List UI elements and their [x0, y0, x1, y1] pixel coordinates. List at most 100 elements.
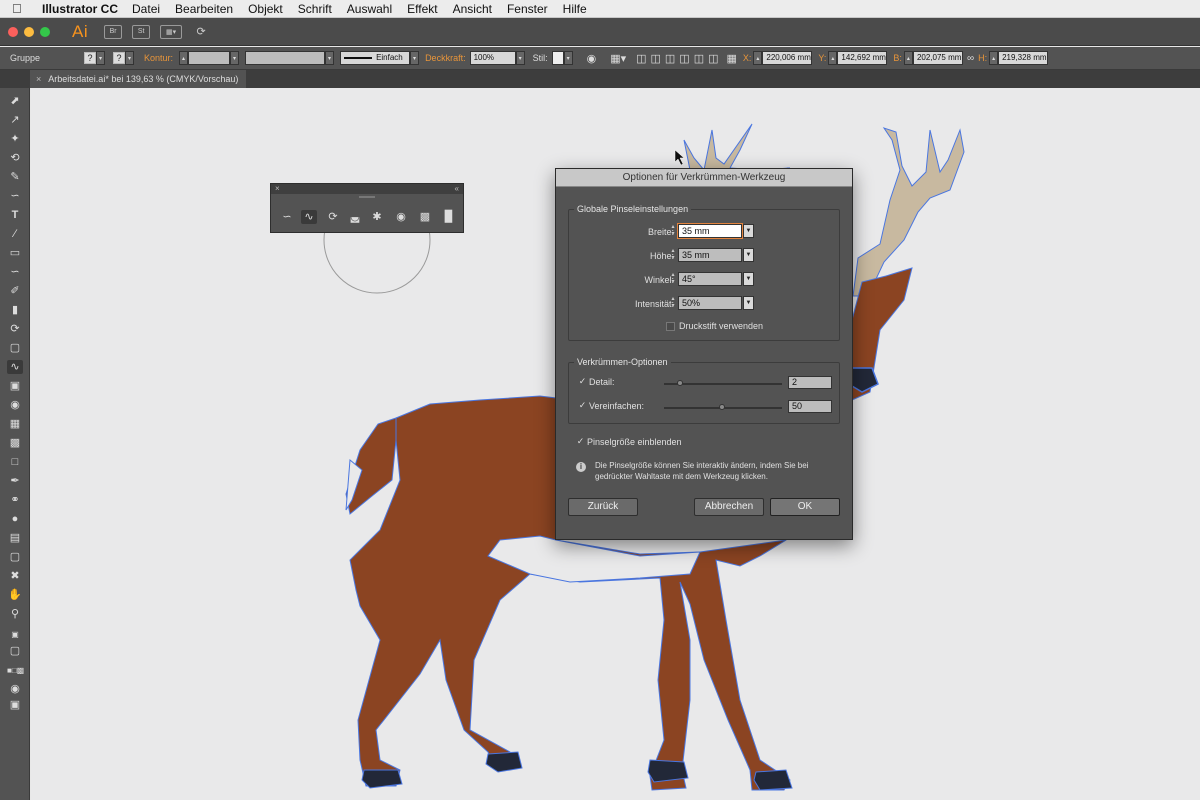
menu-hilfe[interactable]: Hilfe [563, 2, 587, 16]
abbrechen-button[interactable]: Abbrechen [694, 498, 764, 516]
detail-slider-knob[interactable] [677, 380, 683, 386]
druckstift-checkbox[interactable] [666, 322, 675, 331]
panel-collapse-icon[interactable]: « [455, 184, 459, 194]
hoehe-dropdown-icon[interactable]: ▼ [743, 248, 754, 262]
bridge-button[interactable]: Br [104, 24, 123, 39]
detail-checkbox[interactable]: ✓ [578, 377, 587, 386]
vereinfachen-slider-knob[interactable] [719, 404, 725, 410]
arrange-documents-icon[interactable]: ▦▾ [160, 24, 183, 39]
panel-close-icon[interactable]: × [275, 184, 280, 193]
winkel-stepper[interactable]: ▴ ▾ [668, 272, 678, 286]
direct-selection-tool-icon[interactable]: ↗ [7, 113, 23, 127]
menu-datei[interactable]: Datei [132, 2, 160, 16]
selection-tool-icon[interactable]: ⬈ [7, 94, 23, 108]
menu-objekt[interactable]: Objekt [248, 2, 283, 16]
pucker-tool-icon[interactable]: ◛ [347, 210, 363, 224]
vereinfachen-checkbox[interactable]: ✓ [578, 401, 587, 410]
x-field[interactable]: 220,006 mm [762, 51, 813, 65]
rectangle-tool-icon[interactable]: ▭ [7, 246, 23, 260]
breite-dropdown-icon[interactable]: ▼ [743, 224, 754, 238]
dialog-title[interactable]: Optionen für Verkrümmen-Werkzeug [556, 169, 852, 187]
hoehe-field[interactable]: 35 mm [678, 248, 742, 262]
intensitaet-field[interactable]: 50% [678, 296, 742, 310]
slice-tool-icon[interactable]: ✖ [7, 569, 23, 583]
stil-swatch[interactable] [551, 51, 564, 65]
breite-field[interactable]: 35 mm [677, 223, 743, 239]
recolor-artwork-icon[interactable]: ◉ [587, 52, 597, 65]
winkel-field[interactable]: 45° [678, 272, 742, 286]
h-field[interactable]: 219,328 mm [998, 51, 1049, 65]
symbol-sprayer-tool-icon[interactable]: ● [7, 512, 23, 526]
warp-tool-icon[interactable]: ∿ [301, 210, 317, 224]
document-tab[interactable]: × Arbeitsdatei.ai* bei 139,63 % (CMYK/Vo… [30, 70, 246, 88]
close-window-icon[interactable] [8, 26, 18, 37]
blend-tool-icon[interactable]: ⚭ [7, 493, 23, 507]
kontur-label[interactable]: Kontur: [144, 53, 173, 63]
drawing-mode-icon[interactable]: ◉ [7, 682, 23, 696]
wrinkle-tool-icon[interactable]: ▉ [441, 210, 457, 224]
twirl-tool-icon[interactable]: ⟳ [325, 210, 341, 224]
zoom-window-icon[interactable] [40, 26, 50, 37]
line-tool-icon[interactable]: ∕ [7, 227, 23, 241]
pinselgroesse-checkbox[interactable]: ✓ [576, 437, 585, 446]
constrain-proportions-icon[interactable]: ∞ [967, 53, 974, 64]
free-transform-tool-icon[interactable]: ▣ [7, 379, 23, 393]
deckkraft-label[interactable]: Deckkraft: [425, 53, 466, 63]
magic-wand-tool-icon[interactable]: ✦ [7, 132, 23, 146]
menu-schrift[interactable]: Schrift [298, 2, 332, 16]
b-label[interactable]: B: [893, 53, 902, 63]
warp-tools-panel[interactable]: × « ∽ ∿ ⟳ ◛ ✱ ◉ ▩ ▉ [270, 183, 464, 233]
stroke-color-swatch[interactable]: ? [113, 52, 126, 64]
vereinfachen-field[interactable]: 50 [788, 400, 832, 413]
column-graph-tool-icon[interactable]: ▤ [7, 531, 23, 545]
reference-point-icon[interactable]: ▦ [726, 52, 736, 65]
detail-field[interactable]: 2 [788, 376, 832, 389]
y-stepper[interactable]: ▴ [828, 51, 838, 65]
variable-width-dropdown-icon[interactable]: ▾ [325, 51, 335, 65]
fill-color-swatch[interactable]: ? [84, 52, 97, 64]
fill-stroke-swatch-icon[interactable]: ▢ [7, 644, 23, 658]
apple-menu-icon[interactable]:  [12, 1, 32, 16]
menu-effekt[interactable]: Effekt [407, 2, 437, 16]
deckkraft-field[interactable]: 100% [469, 51, 516, 65]
hoehe-stepper[interactable]: ▴ ▾ [668, 248, 678, 262]
scallop-tool-icon[interactable]: ◉ [393, 210, 409, 224]
color-mode-icon[interactable]: ■□▩ [7, 664, 24, 678]
minimize-window-icon[interactable] [24, 26, 34, 37]
ok-button[interactable]: OK [770, 498, 840, 516]
breite-stepper[interactable]: ▴ ▾ [668, 224, 678, 238]
winkel-dropdown-icon[interactable]: ▼ [743, 272, 754, 286]
panel-header[interactable]: × « [271, 184, 463, 194]
b-field[interactable]: 202,075 mm [912, 51, 963, 65]
eraser-tool-icon[interactable]: ▮ [7, 303, 23, 317]
b-stepper[interactable]: ▴ [903, 51, 913, 65]
stroke-style-field[interactable]: Einfach [340, 51, 411, 65]
variable-width-profile-field[interactable] [245, 51, 326, 65]
zoom-tool-icon[interactable]: ⚲ [7, 607, 23, 621]
zurueck-button[interactable]: Zurück [568, 498, 638, 516]
warp-tool-icon[interactable]: ∿ [7, 360, 23, 374]
width-tool-icon[interactable]: ∽ [279, 210, 295, 224]
eyedropper-tool-icon[interactable]: ✒ [7, 474, 23, 488]
stroke-dropdown-icon[interactable]: ▾ [125, 51, 135, 65]
stroke-style-dropdown-icon[interactable]: ▾ [410, 51, 420, 65]
close-tab-icon[interactable]: × [36, 74, 41, 84]
menu-ansicht[interactable]: Ansicht [453, 2, 492, 16]
align-buttons-icon[interactable]: ◫◫◫◫◫◫ [636, 52, 722, 65]
stil-dropdown-icon[interactable]: ▾ [563, 51, 573, 65]
intensitaet-stepper[interactable]: ▴ ▾ [668, 296, 678, 310]
mesh-tool-icon[interactable]: ▩ [7, 436, 23, 450]
scale-tool-icon[interactable]: ▢ [7, 341, 23, 355]
paintbrush-tool-icon[interactable]: ∽ [7, 265, 23, 279]
stock-button[interactable]: St [132, 24, 151, 39]
x-stepper[interactable]: ▴ [753, 51, 763, 65]
bloat-tool-icon[interactable]: ✱ [369, 210, 385, 224]
h-stepper[interactable]: ▴ [989, 51, 999, 65]
y-field[interactable]: 142,692 mm [837, 51, 888, 65]
menu-bearbeiten[interactable]: Bearbeiten [175, 2, 233, 16]
default-colors-icon[interactable]: ▣ [7, 628, 23, 642]
app-menu[interactable]: Illustrator CC [42, 2, 118, 16]
pinselgroesse-label[interactable]: Pinselgröße einblenden [587, 437, 682, 447]
lasso-tool-icon[interactable]: ⟲ [7, 151, 23, 165]
blob-brush-tool-icon[interactable]: ✐ [7, 284, 23, 298]
